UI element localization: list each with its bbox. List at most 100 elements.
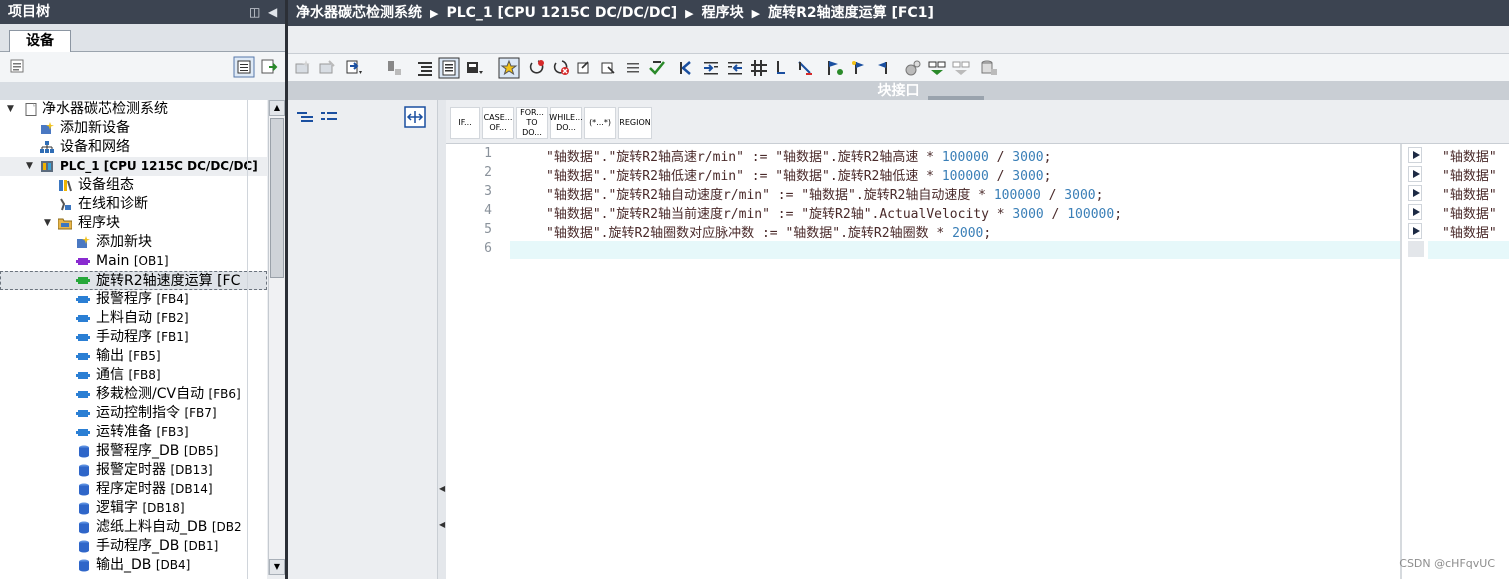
tree-item-fc1[interactable]: 旋转R2轴速度运算 [FC (0, 271, 267, 290)
splitter-left-icon[interactable]: ◀ (439, 484, 445, 493)
bookmark-icon[interactable] (826, 59, 844, 77)
expand-toggle-icon[interactable]: ▼ (26, 157, 33, 176)
tree-item-add-device[interactable]: 添加新设备 (0, 119, 267, 138)
collapse-panel-icon[interactable]: ◀ (268, 0, 277, 24)
tree-item-db4[interactable]: 输出_DB [DB4] (0, 556, 267, 575)
comment-out-icon[interactable] (576, 59, 594, 77)
tree-item-label: 设备和网络 (60, 139, 130, 155)
tree-scrollbar[interactable]: ▲ ▼ (268, 100, 285, 575)
star-favorites-icon[interactable] (498, 57, 520, 79)
while-button[interactable]: WHILE... DO... (549, 107, 583, 139)
tree-expand-icon[interactable] (296, 110, 314, 124)
breadcrumb-plc[interactable]: PLC_1 [CPU 1215C DC/DC/DC] (446, 5, 677, 21)
tree-item-fb5[interactable]: 输出 [FB5] (0, 347, 267, 366)
breadcrumb-program-blocks[interactable]: 程序块 (702, 5, 744, 21)
pane-splitter[interactable]: ◀ ◀ (438, 100, 446, 579)
tree-item-devices-networks[interactable]: 设备和网络 (0, 138, 267, 157)
insert-breakpoint-icon[interactable] (528, 59, 546, 77)
tree-item-fb3[interactable]: 运转准备 [FB3] (0, 423, 267, 442)
monitor-icon[interactable] (904, 59, 922, 77)
plc-icon (41, 161, 53, 172)
indent-left-icon[interactable] (726, 59, 744, 77)
collapse-region-icon[interactable] (774, 59, 792, 77)
scroll-up-icon[interactable]: ▲ (269, 100, 285, 116)
absolute-address-icon[interactable] (438, 57, 460, 79)
region-button[interactable]: REGION (618, 107, 652, 139)
document-icon (25, 103, 37, 116)
list-icon[interactable] (624, 59, 642, 77)
tree-item-plc[interactable]: ▼ PLC_1 [CPU 1215C DC/DC/DC] (0, 157, 267, 176)
expand-arrow-icon[interactable] (1408, 223, 1422, 239)
prev-bookmark-icon[interactable] (874, 59, 892, 77)
detail-view-icon[interactable] (233, 56, 255, 78)
check-icon[interactable] (648, 59, 666, 77)
data-block-icon[interactable] (980, 59, 998, 77)
code-line[interactable]: "轴数据".旋转R2轴圈数对应脉冲数 := "轴数据".旋转R2轴圈数 * 20… (546, 222, 991, 241)
tree-item-label: 添加新块 (96, 234, 152, 250)
code-line[interactable]: "轴数据"."旋转R2轴当前速度r/min" := "旋转R2轴".Actual… (546, 203, 1122, 222)
expand-arrow-icon[interactable] (1408, 147, 1422, 163)
splitter-right-icon[interactable]: ◀ (439, 520, 445, 529)
expand-region-icon[interactable] (796, 59, 814, 77)
auto-format-icon[interactable] (750, 59, 768, 77)
tree-item-fb4[interactable]: 报警程序 [FB4] (0, 290, 267, 309)
tree-collapse-icon[interactable] (320, 110, 338, 124)
tree-item-fb8[interactable]: 通信 [FB8] (0, 366, 267, 385)
comment-button[interactable]: (*...*) (584, 107, 616, 139)
insert-line-icon[interactable] (346, 59, 364, 77)
tree-item-add-block[interactable]: 添加新块 (0, 233, 267, 252)
tree-item-fb7[interactable]: 运动控制指令 [FB7] (0, 404, 267, 423)
tree-item-db1[interactable]: 手动程序_DB [DB1] (0, 537, 267, 556)
expand-arrow-icon[interactable] (1408, 185, 1422, 201)
scroll-thumb[interactable] (270, 118, 284, 278)
expand-toggle-icon[interactable]: ▼ (44, 214, 51, 233)
expand-arrow-icon[interactable] (1408, 166, 1422, 182)
tree-item-fb6[interactable]: 移栽检测/CV自动 [FB6] (0, 385, 267, 404)
insert-network-icon[interactable] (294, 59, 312, 77)
if-button[interactable]: IF... (450, 107, 480, 139)
code-line[interactable]: "轴数据"."旋转R2轴自动速度r/min" := "轴数据".旋转R2轴自动速… (546, 184, 1103, 203)
show-all-icon[interactable] (928, 59, 946, 77)
for-button[interactable]: FOR... TO DO... (516, 107, 548, 139)
number-literal: 100000 (1067, 207, 1115, 222)
tree-item-db18[interactable]: 逻辑字 [DB18] (0, 499, 267, 518)
tree-item-main-ob1[interactable]: Main [OB1] (0, 252, 267, 271)
indent-right-icon[interactable] (702, 59, 720, 77)
tree-item-device-config[interactable]: 设备组态 (0, 176, 267, 195)
code-line[interactable]: "轴数据"."旋转R2轴高速r/min" := "轴数据".旋转R2轴高速 * … (546, 146, 1051, 165)
sign-icon[interactable] (386, 59, 404, 77)
tree-item-db5[interactable]: 报警程序_DB [DB5] (0, 442, 267, 461)
code-line[interactable]: "轴数据"."旋转R2轴低速r/min" := "轴数据".旋转R2轴低速 * … (546, 165, 1051, 184)
delete-breakpoint-icon[interactable] (552, 59, 570, 77)
tree-item-db13[interactable]: 报警定时器 [DB13] (0, 461, 267, 480)
breadcrumb-project[interactable]: 净水器碳芯检测系统 (296, 5, 422, 21)
uncomment-icon[interactable] (600, 59, 618, 77)
favorites-icon[interactable] (466, 59, 484, 77)
hide-all-icon[interactable] (952, 59, 970, 77)
go-back-icon[interactable] (678, 59, 696, 77)
code-editor[interactable]: 1 2 3 4 5 6 "轴数据"."旋转R2轴高速r/min" := "轴数据… (446, 144, 1400, 579)
maximize-icon[interactable]: ◫ (249, 0, 260, 24)
expand-arrow-icon[interactable] (1408, 204, 1422, 220)
tree-item-label: 程序定时器 [DB14] (96, 481, 213, 497)
delete-network-icon[interactable] (318, 59, 336, 77)
indent-list-icon[interactable] (416, 59, 434, 77)
properties-icon[interactable] (9, 58, 25, 74)
scroll-down-icon[interactable]: ▼ (269, 559, 285, 575)
tree-item-fb2[interactable]: 上料自动 [FB2] (0, 309, 267, 328)
case-button[interactable]: CASE... OF... (482, 107, 514, 139)
next-bookmark-icon[interactable] (850, 59, 868, 77)
export-icon[interactable] (260, 58, 278, 76)
tree-item-project[interactable]: ▼ 净水器碳芯检测系统 (0, 100, 267, 119)
expand-toggle-icon[interactable]: ▼ (7, 100, 14, 119)
tree-item-label: 设备组态 (78, 177, 134, 193)
tree-item-program-blocks[interactable]: ▼ 程序块 (0, 214, 267, 233)
tab-devices[interactable]: 设备 (9, 30, 71, 53)
block-interface-bar[interactable]: 块接口 (288, 82, 1509, 100)
tree-item-db2[interactable]: 滤纸上料自动_DB [DB2 (0, 518, 267, 537)
tree-item-db14[interactable]: 程序定时器 [DB14] (0, 480, 267, 499)
toggle-instruction-pane-icon[interactable] (404, 106, 426, 128)
tree-item-online-diagnostics[interactable]: 在线和诊断 (0, 195, 267, 214)
tree-item-fb1[interactable]: 手动程序 [FB1] (0, 328, 267, 347)
breadcrumb-block[interactable]: 旋转R2轴速度运算 [FC1] (768, 5, 934, 21)
